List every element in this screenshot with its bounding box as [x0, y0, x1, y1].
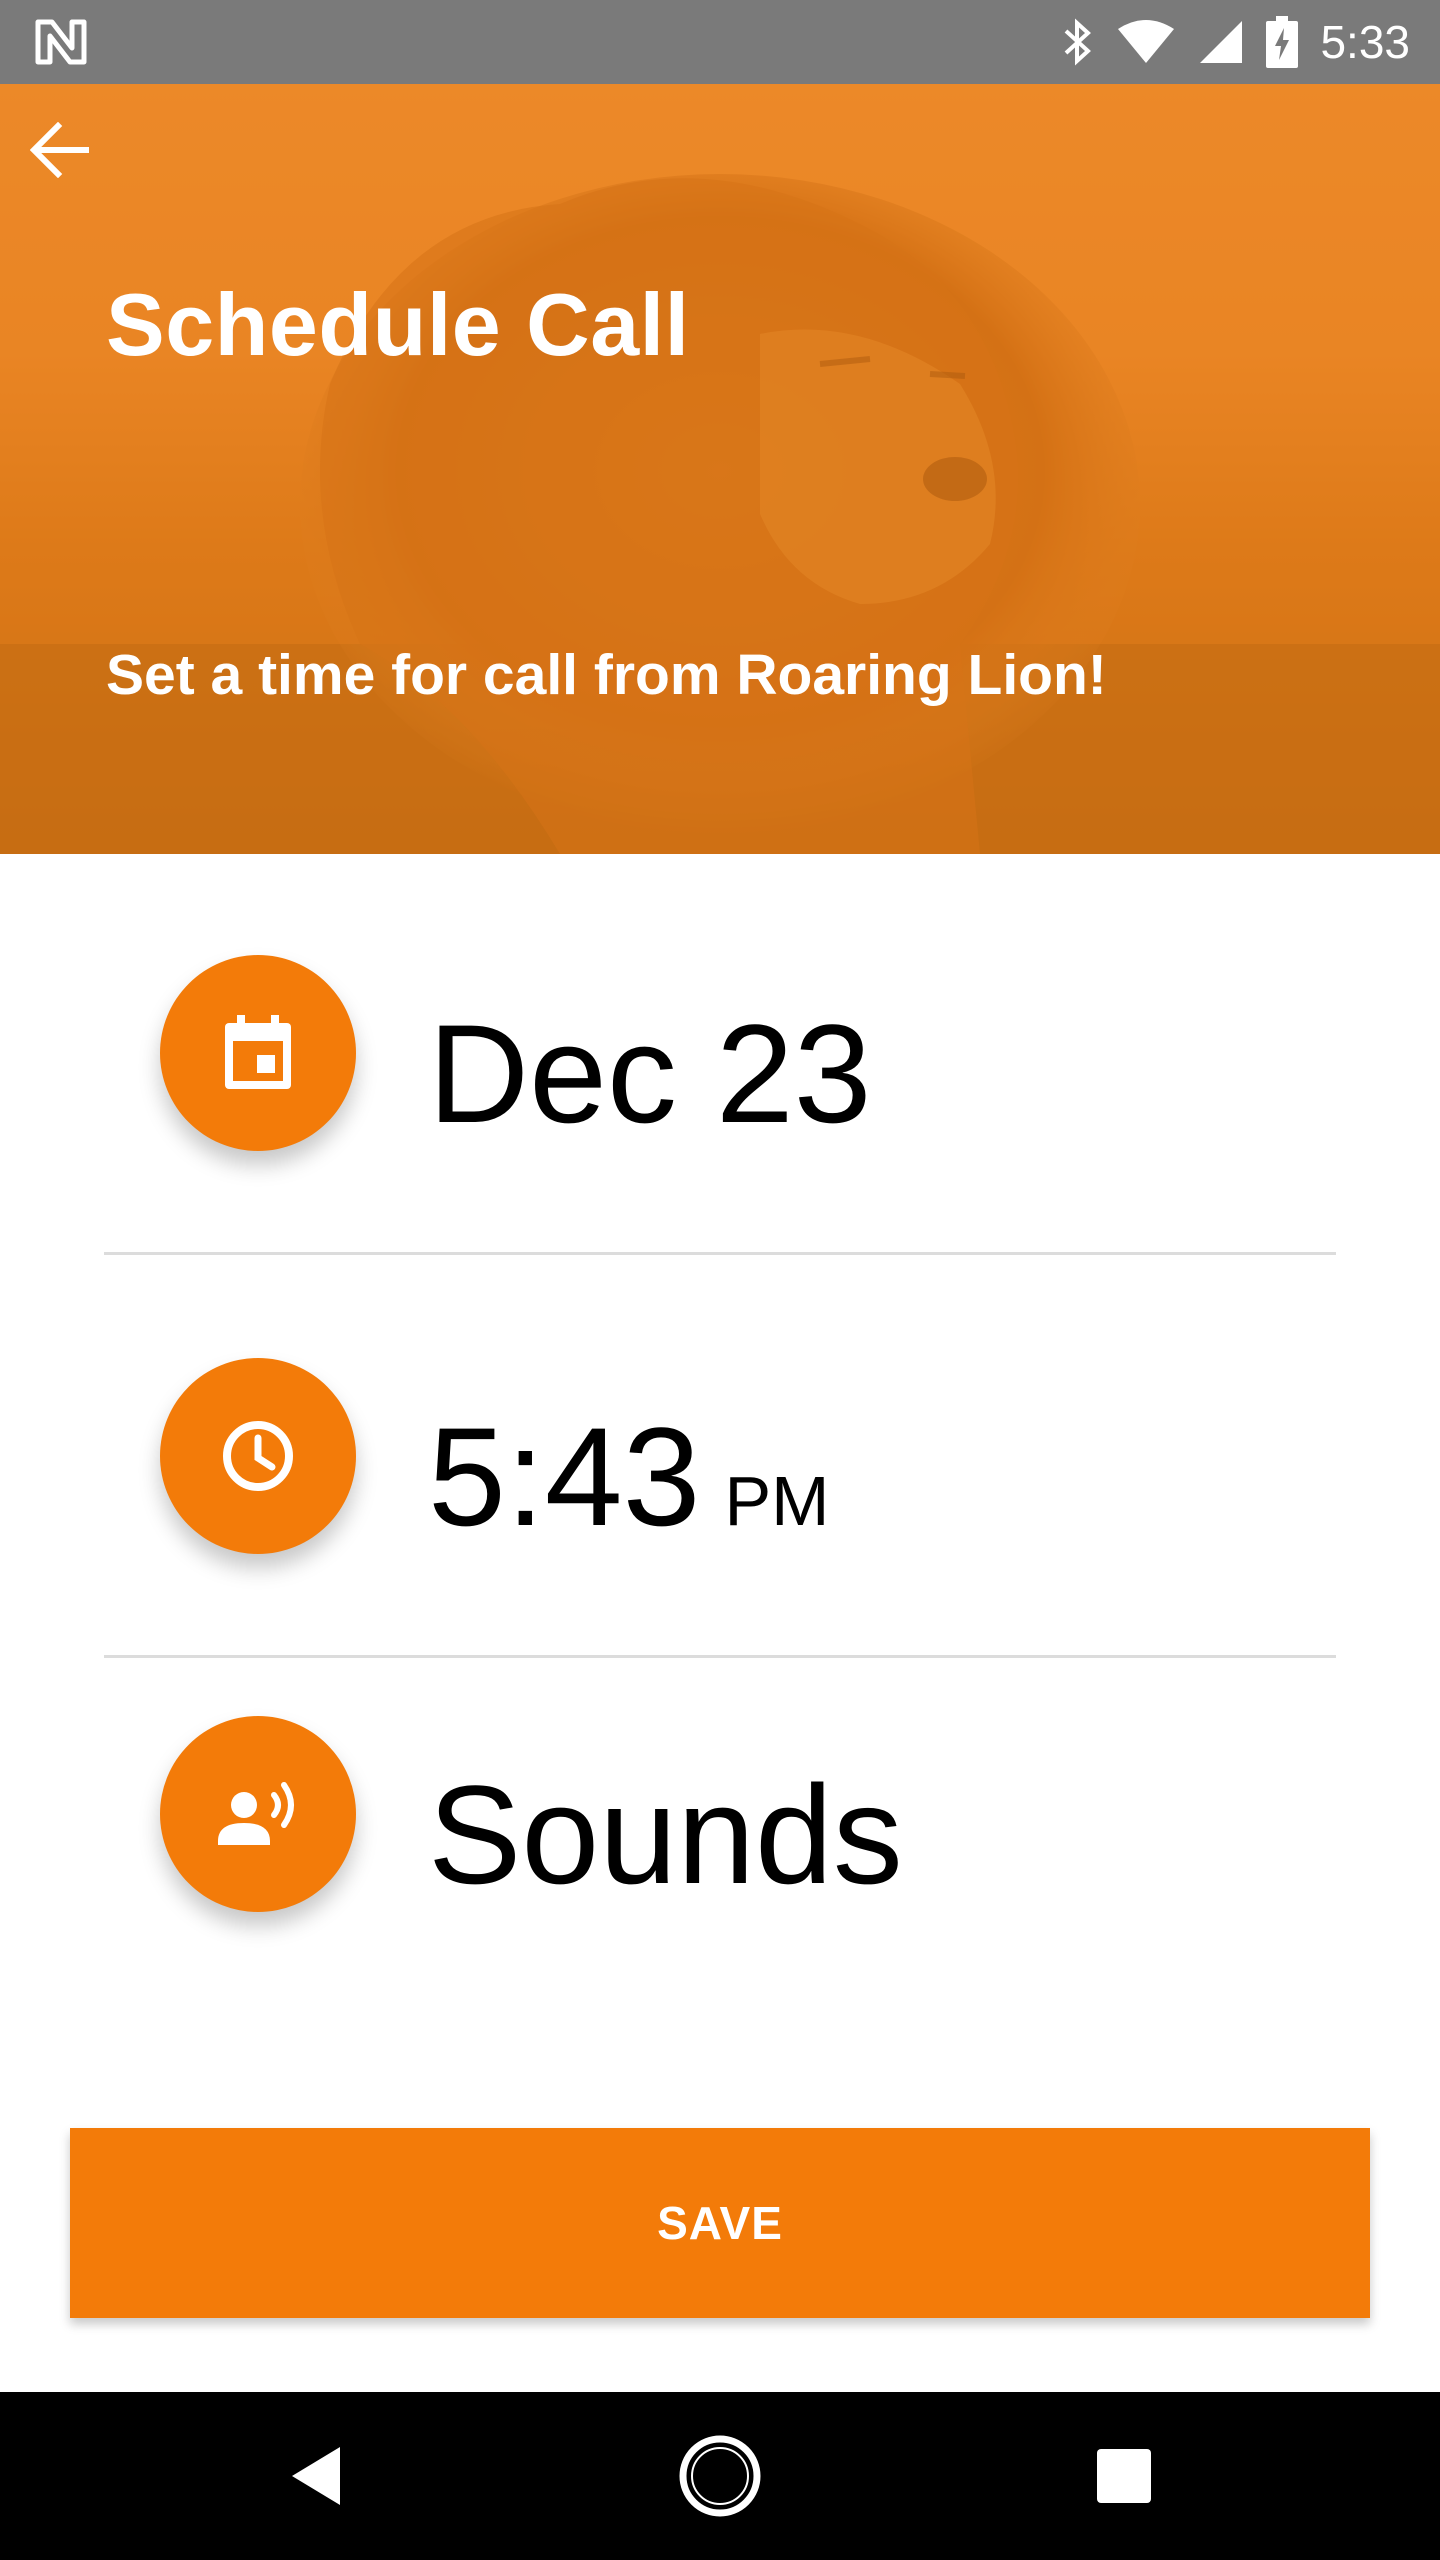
date-picker-button[interactable] [160, 955, 356, 1151]
page-title: Schedule Call [106, 275, 690, 374]
nav-back-button[interactable] [236, 2392, 396, 2560]
home-circle-icon [679, 2435, 761, 2517]
sounds-button[interactable] [160, 1716, 356, 1912]
header: Schedule Call Set a time for call from R… [0, 84, 1440, 854]
nav-home-button[interactable] [640, 2392, 800, 2560]
notification-n-icon [35, 19, 87, 65]
time-digits: 5:43 [428, 1398, 701, 1555]
calendar-icon [225, 1015, 291, 1089]
navigation-bar [0, 2392, 1440, 2560]
time-value[interactable]: 5:43 PM [428, 1396, 829, 1558]
date-value[interactable]: Dec 23 [428, 993, 872, 1155]
divider [104, 1252, 1336, 1255]
sounds-label[interactable]: Sounds [428, 1754, 903, 1916]
wifi-icon [1118, 20, 1175, 63]
sounds-row[interactable]: Sounds [0, 1716, 1440, 1916]
clock-icon [223, 1421, 293, 1491]
voice-person-icon [218, 1782, 294, 1845]
battery-charging-icon [1266, 16, 1299, 68]
page-subtitle: Set a time for call from Roaring Lion! [106, 643, 1107, 707]
status-bar: 5:33 [0, 0, 1440, 84]
time-picker-button[interactable] [160, 1358, 356, 1554]
date-row[interactable]: Dec 23 [0, 955, 1440, 1155]
nav-recents-button[interactable] [1044, 2392, 1204, 2560]
recents-square-icon [1097, 2449, 1151, 2503]
lion-photo [0, 84, 1440, 854]
time-row[interactable]: 5:43 PM [0, 1358, 1440, 1558]
status-icons: 5:33 [1060, 0, 1410, 84]
back-button[interactable] [22, 112, 98, 188]
bluetooth-icon [1065, 18, 1092, 66]
time-period: PM [724, 1462, 830, 1540]
save-button[interactable]: SAVE [70, 2128, 1370, 2318]
signal-icon [1200, 21, 1243, 63]
arrow-back-icon [30, 122, 89, 178]
divider [104, 1655, 1336, 1658]
back-triangle-icon [292, 2447, 340, 2505]
status-time: 5:33 [1320, 16, 1410, 68]
